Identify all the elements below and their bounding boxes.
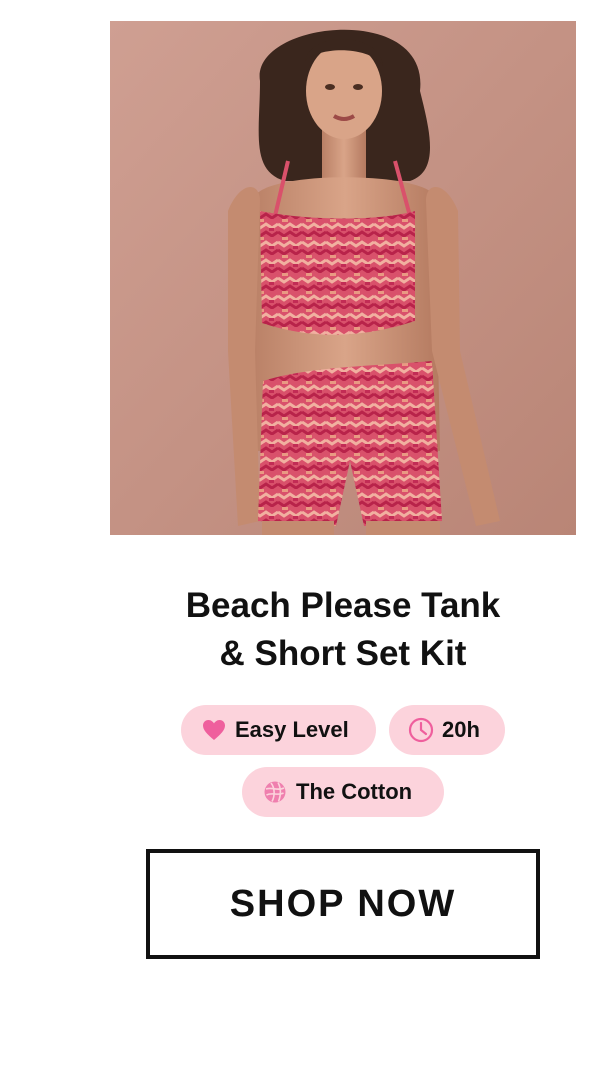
product-title-line-1: Beach Please Tank	[185, 586, 501, 625]
difficulty-label: Easy Level	[235, 717, 349, 742]
yarn-label: The Cotton	[296, 779, 413, 804]
product-title[interactable]: Beach Please Tank & Short Set Kit	[110, 582, 576, 678]
product-photo-icon	[110, 21, 576, 535]
time-badge: 20h	[389, 705, 505, 755]
clock-icon	[408, 717, 434, 743]
yarn-ball-icon	[262, 779, 288, 805]
shop-now-button[interactable]: SHOP NOW	[146, 849, 540, 959]
time-label: 20h	[442, 717, 480, 742]
heart-icon	[201, 717, 227, 743]
product-title-line-2: & Short Set Kit	[219, 634, 467, 673]
yarn-badge: The Cotton	[242, 767, 444, 817]
difficulty-badge: Easy Level	[181, 705, 376, 755]
product-image[interactable]	[110, 21, 576, 535]
